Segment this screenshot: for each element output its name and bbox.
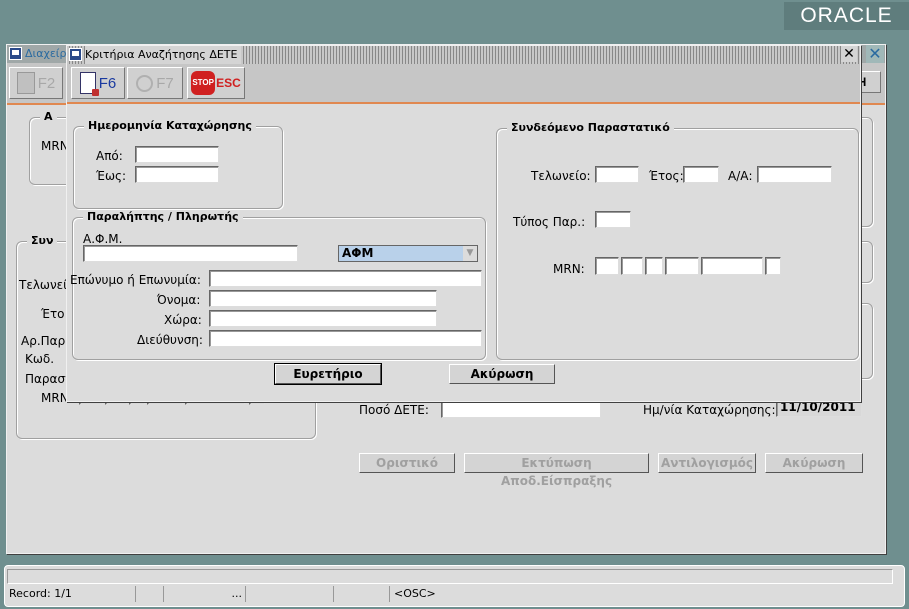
doc-type-input[interactable] xyxy=(595,211,631,228)
afm-label: Α.Φ.Μ. xyxy=(83,232,123,246)
save-icon xyxy=(16,72,35,94)
mrn-input-2[interactable] xyxy=(621,257,643,275)
f7-search-button[interactable]: F7 xyxy=(127,67,183,99)
country-label: Χώρα: xyxy=(164,313,202,327)
poso-dete-field[interactable] xyxy=(441,400,601,418)
new-document-icon xyxy=(79,72,99,96)
f2-label: F2 xyxy=(37,74,56,92)
search-criteria-dialog: Κριτήρια Αναζήτησης ΔΕΤΕ ✕ F2 F6 F7 STOP… xyxy=(9,45,861,402)
from-date-input[interactable] xyxy=(135,146,219,163)
date-frame-title: Ημερομηνία Καταχώρησης xyxy=(84,119,256,132)
first-name-label: Όνομα: xyxy=(157,293,201,307)
dialog-titlebar[interactable]: Κριτήρια Αναζήτησης ΔΕΤΕ ✕ xyxy=(67,46,860,64)
to-date-input[interactable] xyxy=(135,166,219,183)
mrn-input-1[interactable] xyxy=(595,257,619,275)
aa-label: Α/Α: xyxy=(728,169,753,183)
f6-new-button[interactable]: F6 xyxy=(71,67,125,99)
surname-input[interactable] xyxy=(209,270,482,287)
status-cell-4 xyxy=(245,586,334,602)
poso-dete-label: Ποσό ΔΕΤΕ: xyxy=(359,403,429,417)
related-document-frame-title: Συνδεόμενο Παραστατικό xyxy=(507,121,674,134)
country-input[interactable] xyxy=(209,310,437,327)
oristiko-button[interactable]: Οριστικό xyxy=(359,453,455,473)
year-label: Έτος: xyxy=(649,169,684,183)
back-cancel-button[interactable]: Ακύρωση xyxy=(765,453,863,473)
from-label: Από: xyxy=(96,149,123,163)
mrn-label: MRN: xyxy=(553,262,585,276)
back-window-close-button[interactable]: ✕ xyxy=(866,45,884,63)
status-bar: Record: 1/1 ... <OSC> xyxy=(4,565,905,607)
f6-label: F6 xyxy=(98,74,117,92)
dialog-cancel-button[interactable]: Ακύρωση xyxy=(449,364,555,384)
back-left-frame-title: Συν xyxy=(27,234,58,247)
status-cell-2 xyxy=(135,586,164,602)
back-label-mrn: MRN xyxy=(41,391,69,405)
mrn-input-6[interactable] xyxy=(765,257,781,275)
reversal-button[interactable]: Αντιλογισμός xyxy=(658,453,756,473)
chevron-down-icon[interactable]: ▼ xyxy=(463,246,477,261)
first-name-input[interactable] xyxy=(209,290,437,307)
afm-type-select[interactable]: ΑΦΜ ▼ xyxy=(338,245,478,262)
dialog-window-icon xyxy=(69,48,82,61)
mrn-input-3[interactable] xyxy=(645,257,663,275)
back-left-top-frame-title: Α xyxy=(40,110,57,123)
aa-input[interactable] xyxy=(757,166,832,183)
dialog-title: Κριτήρια Αναζήτησης ΔΕΤΕ xyxy=(85,46,242,64)
magnifier-icon xyxy=(136,74,154,92)
stop-esc-button[interactable]: STOP ESC xyxy=(187,67,245,99)
status-top-strip xyxy=(7,569,893,584)
to-label: Έως: xyxy=(96,169,127,183)
f2-save-button[interactable]: F2 xyxy=(9,67,63,99)
address-label: Διεύθυνση: xyxy=(137,333,203,347)
back-label-year: Έτο xyxy=(41,307,65,321)
f7-label: F7 xyxy=(156,74,174,92)
date-entry-label: Ημ/νία Καταχώρησης: xyxy=(643,403,776,417)
search-index-button[interactable]: Ευρετήριο xyxy=(274,363,382,385)
mrn-input-4[interactable] xyxy=(665,257,699,275)
receiver-frame-title: Παραλήπτης / Πληρωτής xyxy=(83,210,243,223)
address-input[interactable] xyxy=(209,330,482,347)
back-label-code: Κωδ. xyxy=(25,352,55,366)
status-cell-3: ... xyxy=(163,586,246,602)
record-indicator: Record: 1/1 xyxy=(9,587,72,600)
related-document-frame: Συνδεόμενο Παραστατικό xyxy=(496,121,859,360)
afm-input[interactable] xyxy=(83,245,298,262)
customs-label: Τελωνείο: xyxy=(531,169,591,183)
dialog-toolbar: F2 F6 F7 STOP ESC xyxy=(9,64,860,104)
esc-label: ESC xyxy=(216,76,241,90)
back-window-title: Διαχείρ xyxy=(25,45,71,63)
oracle-logo: ORACLE xyxy=(784,2,909,30)
doc-type-label: Τύπος Παρ.: xyxy=(513,215,586,229)
window-icon xyxy=(9,47,22,60)
osc-indicator: <OSC> xyxy=(389,586,694,602)
back-left-top-mrn-label: MRN xyxy=(41,139,69,153)
status-cell-5 xyxy=(333,586,390,602)
back-label-ar-par: Αρ.Παρ xyxy=(21,334,66,348)
mrn-input-5[interactable] xyxy=(701,257,763,275)
print-receipt-button[interactable]: Εκτύπωση Αποδ.Είσπραξης xyxy=(464,453,649,488)
surname-label: Επώνυμο ή Επωνυμία: xyxy=(70,273,201,287)
customs-input[interactable] xyxy=(595,166,639,183)
year-input[interactable] xyxy=(683,166,719,183)
dialog-close-icon[interactable]: ✕ xyxy=(841,46,857,62)
stop-icon: STOP xyxy=(191,71,216,95)
afm-type-value: ΑΦΜ xyxy=(342,246,374,260)
